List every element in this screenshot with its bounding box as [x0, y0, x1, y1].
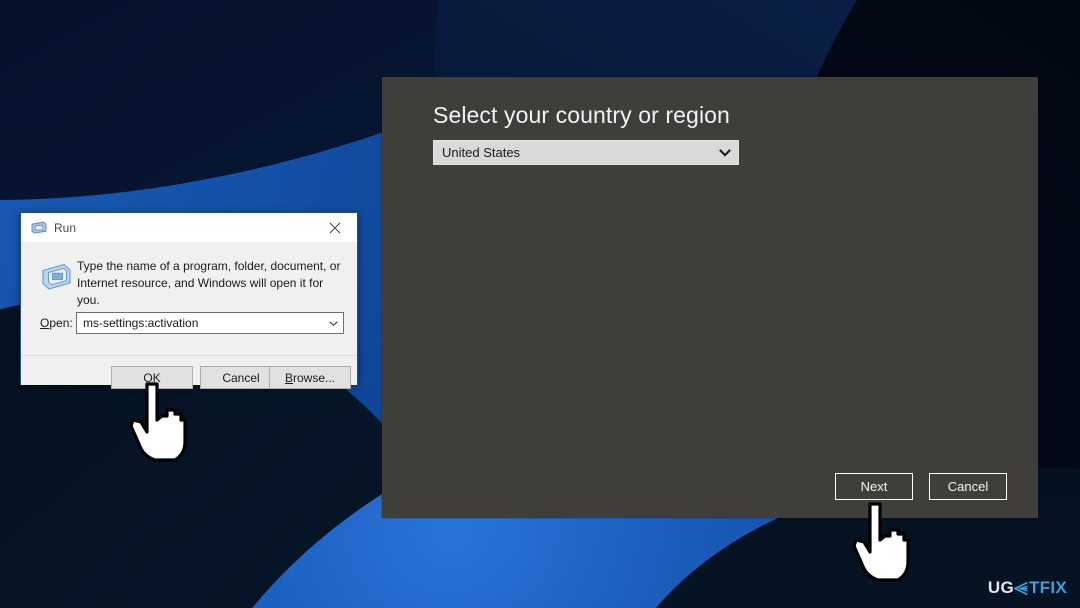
run-dialog-description: Type the name of a program, folder, docu…: [77, 259, 341, 307]
run-dialog-footer: OK Cancel Browse...: [21, 355, 357, 389]
browse-label-suffix: rowse...: [293, 370, 336, 385]
country-region-setup-panel: Select your country or region United Sta…: [382, 77, 1038, 518]
watermark-part-g: G: [1000, 578, 1014, 597]
browse-label-accel: B: [284, 370, 293, 385]
chevron-down-icon[interactable]: [323, 318, 343, 329]
run-program-icon: [40, 260, 73, 293]
close-icon[interactable]: [313, 213, 357, 242]
watermark-part-rest: TFIX: [1028, 578, 1067, 597]
screen-root: Select your country or region United Sta…: [0, 0, 1080, 608]
browse-button[interactable]: Browse...: [269, 366, 351, 389]
cancel-button-setup[interactable]: Cancel: [929, 473, 1007, 500]
run-window-icon: [31, 220, 47, 236]
ok-button[interactable]: OK: [111, 366, 193, 389]
country-region-selected-value: United States: [442, 146, 521, 159]
country-region-select[interactable]: United States: [433, 140, 739, 165]
watermark-part-u: U: [987, 578, 1001, 597]
run-dialog: Run Type the name of a program, folder, …: [20, 212, 358, 389]
next-button[interactable]: Next: [835, 473, 913, 500]
open-label-accel: O: [40, 316, 50, 330]
open-combobox[interactable]: ms-settings:activation: [76, 312, 344, 334]
chevron-down-icon: [712, 146, 738, 160]
open-input-value[interactable]: ms-settings:activation: [77, 316, 323, 330]
run-dialog-titlebar[interactable]: Run: [21, 213, 357, 242]
page-title: Select your country or region: [433, 102, 730, 128]
ugetfix-watermark: U G TFIX: [988, 578, 1067, 598]
watermark-e-glyph-icon: [1013, 581, 1029, 596]
open-field-label: Open:: [40, 316, 73, 330]
open-label-suffix: pen:: [49, 316, 73, 330]
run-dialog-title: Run: [54, 220, 77, 235]
run-dialog-body: Type the name of a program, folder, docu…: [21, 242, 357, 355]
